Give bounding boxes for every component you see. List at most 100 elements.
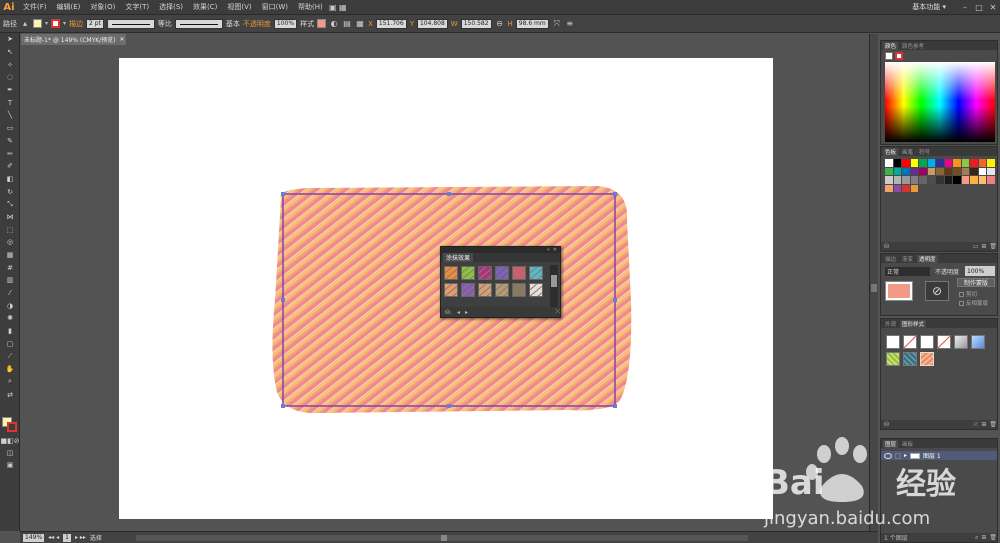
stroke-weight-field[interactable]: 2 pt [86,18,104,29]
paintbrush-tool-icon[interactable]: ✎ [0,135,20,148]
line-tool-icon[interactable]: ╲ [0,109,20,122]
opacity-field[interactable]: 100% [273,18,298,29]
scribble-effects-tab[interactable]: 涂抹效果 [443,253,474,262]
invert-mask-option[interactable]: 反相蒙版 [959,299,988,307]
maximize-button[interactable]: □ [972,3,986,12]
color-swatch[interactable] [885,159,893,167]
mesh-tool-icon[interactable]: # [0,261,20,274]
hand-tool-icon[interactable]: ✋ [0,363,20,376]
color-swatch[interactable] [885,176,893,184]
menu-type[interactable]: 文字(T) [120,2,154,12]
tab-brushes[interactable]: 画笔 [900,148,915,156]
library-menu-icon[interactable]: ⛁. [445,309,452,316]
stroke-color-box[interactable] [7,422,17,432]
graphic-style-strike[interactable] [937,335,951,349]
new-swatch-icon[interactable]: ⊞ [981,243,986,250]
scribble-style-swatch[interactable] [512,283,526,297]
clip-option[interactable]: 剪切 [959,290,977,298]
menu-window[interactable]: 窗口(W) [257,2,293,12]
scribble-style-swatch[interactable] [512,266,526,280]
color-swatch[interactable] [961,176,969,184]
color-swatch[interactable] [970,159,978,167]
tab-stroke[interactable]: 描边 [883,255,898,263]
draw-mode-icon[interactable]: ◫ [0,447,20,460]
color-swatch[interactable] [970,176,978,184]
styles-library-icon[interactable]: ⛁ [884,421,889,428]
panel-close-icon[interactable]: ✕ [553,247,557,253]
color-swatch[interactable] [893,159,901,167]
color-swatch[interactable] [978,159,986,167]
column-graph-tool-icon[interactable]: ▮ [0,325,20,338]
color-swatch[interactable] [919,167,927,175]
color-swatch[interactable] [902,184,910,192]
tab-color-guide[interactable]: 颜色参考 [900,42,926,50]
graphic-style-default[interactable] [886,335,900,349]
clip-checkbox[interactable] [959,291,964,297]
w-field[interactable]: 150.582 [460,18,492,29]
h-field[interactable]: 98.6 mm [515,18,549,29]
color-spectrum[interactable] [885,62,995,142]
scribble-style-swatch[interactable] [444,283,458,297]
width-tool-icon[interactable]: ⋈ [0,211,20,224]
artboard-tool-icon[interactable]: ▢ [0,338,20,351]
shape-builder-tool-icon[interactable]: ◎ [0,236,20,249]
close-button[interactable]: ✕ [986,3,1000,12]
tab-gradient[interactable]: 渐变 [900,255,915,263]
color-swatch[interactable] [978,167,986,175]
color-swatch[interactable] [987,159,995,167]
arrange-documents-icon[interactable]: ▦ [338,2,348,12]
graphic-style-teal[interactable] [903,352,917,366]
color-swatch[interactable] [953,167,961,175]
color-swatch[interactable] [919,159,927,167]
fill-stroke-widget[interactable] [2,417,18,433]
graphic-style-scribble[interactable] [920,352,934,366]
menu-file[interactable]: 文件(F) [18,2,52,12]
recolor-icon[interactable]: ◐ [329,19,339,29]
tab-symbols[interactable]: 符号 [917,148,932,156]
menu-edit[interactable]: 编辑(E) [52,2,86,12]
color-swatch[interactable] [910,159,918,167]
scroll-thumb[interactable] [551,275,557,287]
direct-selection-tool-icon[interactable]: ↖ [0,46,20,59]
graphic-style-gray[interactable] [954,335,968,349]
tab-graphic-styles[interactable]: 图形样式 [900,319,927,328]
color-swatch[interactable] [961,159,969,167]
color-swatch[interactable] [927,159,935,167]
artboard-nav-next-icon[interactable]: ▸ ▸▸ [75,534,86,541]
menu-view[interactable]: 视图(V) [222,2,256,12]
graphic-style-none[interactable] [903,335,917,349]
close-tab-icon[interactable]: ✕ [120,36,125,43]
color-swatch[interactable] [885,167,893,175]
scribble-style-swatch[interactable] [444,266,458,280]
menu-effect[interactable]: 效果(C) [188,2,222,12]
scribble-style-swatch[interactable] [495,266,509,280]
color-swatch[interactable] [987,167,995,175]
fill-dropdown-icon[interactable]: ▾ [45,20,48,27]
invert-mask-checkbox[interactable] [959,300,964,306]
graphic-style-blue[interactable] [971,335,985,349]
scribble-style-swatch[interactable] [495,283,509,297]
tab-appearance[interactable]: 外观 [883,320,898,328]
graphic-style-green[interactable] [886,352,900,366]
minimize-button[interactable]: – [958,3,972,12]
swatch-library-icon[interactable]: ⛁ [884,243,889,250]
color-swatch[interactable] [927,176,935,184]
scribble-effects-panel[interactable]: « ✕ 涂抹效果 ⛁. ◂ ▸ ⤫ [440,246,561,318]
color-swatch[interactable] [970,167,978,175]
color-swatch[interactable] [927,167,935,175]
none-chip[interactable] [885,52,893,60]
color-swatch[interactable] [902,167,910,175]
lasso-tool-icon[interactable]: ◌ [0,71,20,84]
color-swatch[interactable] [902,176,910,184]
stroke-dropdown-icon[interactable]: ▾ [63,20,66,27]
color-swatch[interactable] [910,184,918,192]
color-swatch[interactable] [893,167,901,175]
slice-tool-icon[interactable]: ⟋ [0,350,20,363]
stroke-chip[interactable] [895,52,903,60]
color-swatch[interactable] [936,167,944,175]
color-swatch[interactable] [902,159,910,167]
horizontal-scroll-thumb[interactable] [440,534,447,541]
bridge-icon[interactable]: ▣ [328,2,338,12]
opacity-label[interactable]: 不透明度 [243,19,271,29]
symbol-sprayer-tool-icon[interactable]: ✺ [0,312,20,325]
